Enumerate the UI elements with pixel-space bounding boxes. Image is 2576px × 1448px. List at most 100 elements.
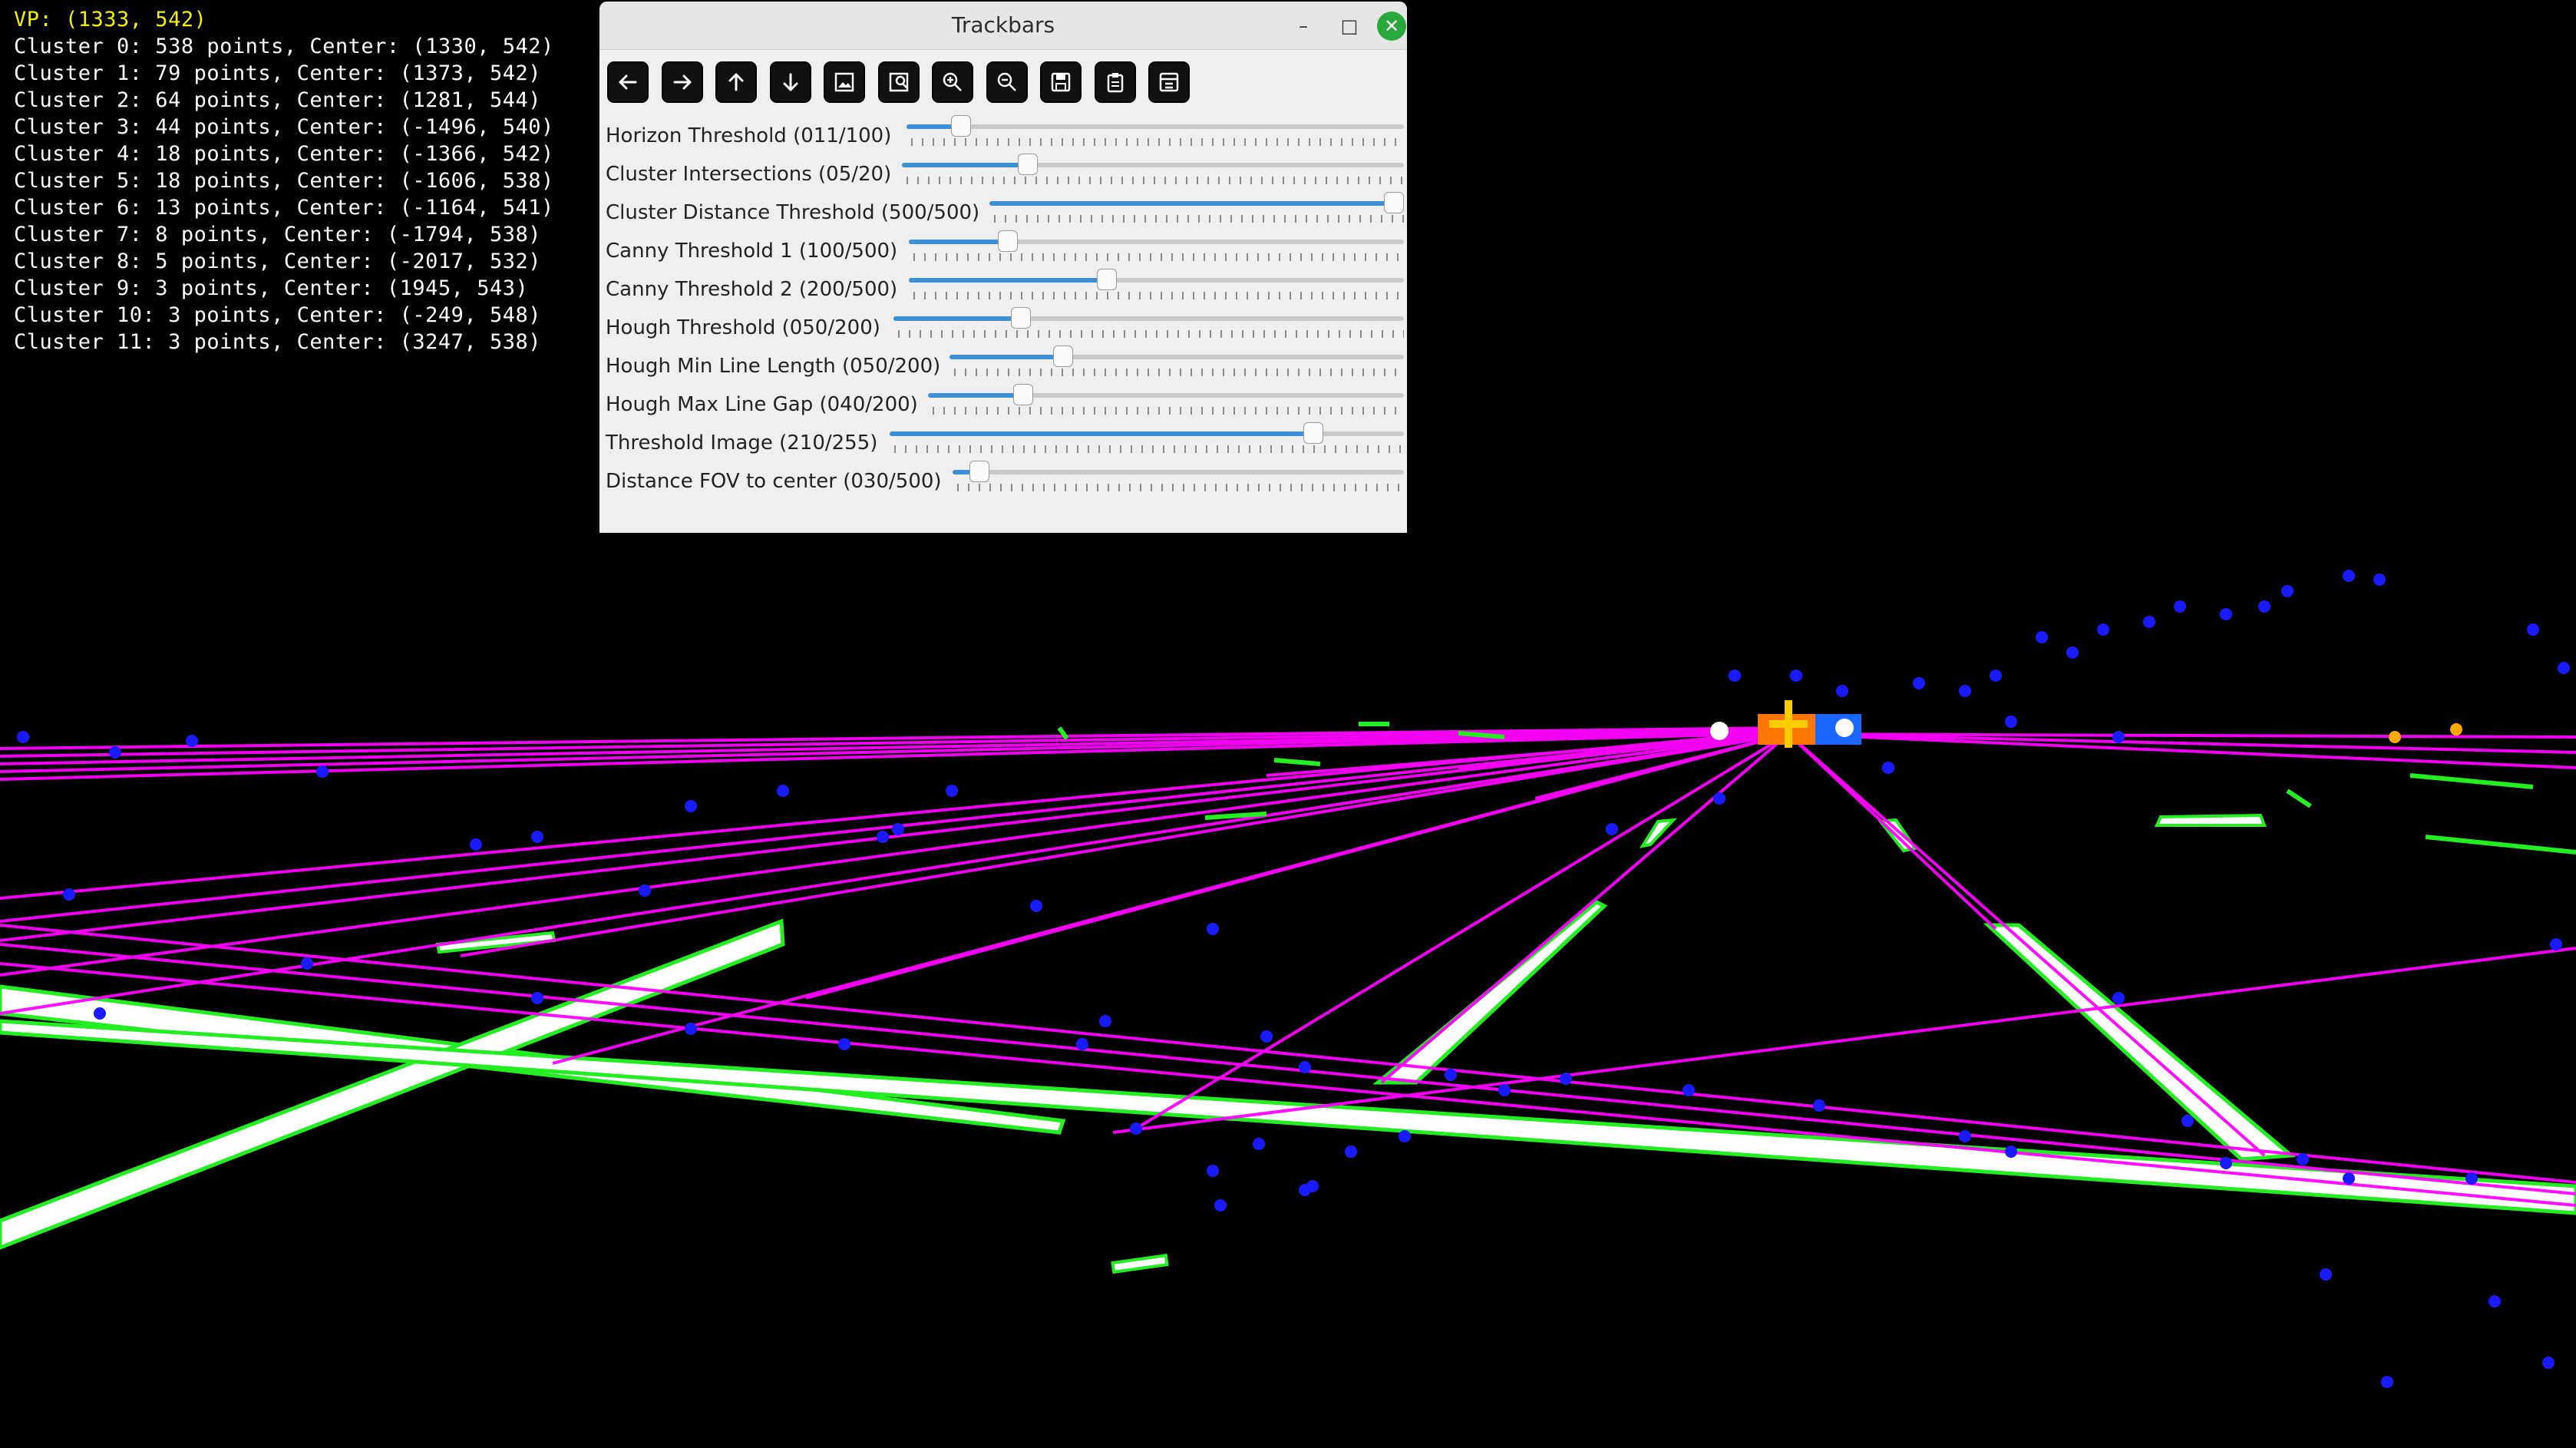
lane-marking xyxy=(1639,818,1678,848)
trackbar-slider[interactable] xyxy=(902,154,1404,175)
minimize-button[interactable]: – xyxy=(1290,13,1316,39)
trackbar-ticks xyxy=(994,215,1404,223)
cluster-list: Cluster 0: 538 points, Center: (1330, 54… xyxy=(14,33,554,355)
trackbar-label: Cluster Intersections (05/20) xyxy=(606,163,892,186)
trackbar-slider[interactable] xyxy=(907,115,1404,137)
trackbar-handle[interactable] xyxy=(1384,192,1404,213)
trackbar-label: Threshold Image (210/255) xyxy=(606,431,878,455)
trackbar-slider[interactable] xyxy=(949,345,1404,367)
image-button[interactable] xyxy=(824,61,865,103)
arrow-up-icon xyxy=(728,73,744,91)
trackbar-fill xyxy=(949,355,1063,359)
arrow-down-button[interactable] xyxy=(769,61,811,103)
trackbar-row: Hough Threshold (050/200) xyxy=(606,307,1404,345)
trackbar-row: Cluster Intersections (05/20) xyxy=(606,154,1404,192)
hough-lines xyxy=(0,726,2576,1207)
trackbar-handle[interactable] xyxy=(1053,345,1073,367)
trackbar-row: Threshold Image (210/255) xyxy=(606,422,1404,461)
arrow-left-button[interactable] xyxy=(607,61,649,103)
arrow-right-button[interactable] xyxy=(661,61,703,103)
trackbar-row: Distance FOV to center (030/500) xyxy=(606,461,1404,499)
trackbar-label: Distance FOV to center (030/500) xyxy=(606,470,942,493)
zoom-in-button[interactable] xyxy=(932,61,973,103)
vanishing-point-readout: VP: (1333, 542) xyxy=(14,8,207,31)
save-icon xyxy=(1051,72,1071,92)
cluster-line: Cluster 9: 3 points, Center: (1945, 543) xyxy=(14,276,529,300)
trackbar-handle[interactable] xyxy=(1303,422,1323,444)
trackbar-ticks xyxy=(913,292,1404,299)
trackbar-label: Hough Max Line Gap (040/200) xyxy=(606,393,918,416)
window-titlebar[interactable]: Trackbars – □ ✕ xyxy=(599,2,1407,50)
trackbar-label: Canny Threshold 1 (100/500) xyxy=(606,240,898,263)
trackbar-handle[interactable] xyxy=(1013,384,1033,405)
trackbar-fill xyxy=(909,278,1107,283)
opencv-output-view: VP: (1333, 542) Cluster 0: 538 points, Ce… xyxy=(0,0,2576,1448)
trackbar-handle[interactable] xyxy=(1017,154,1038,175)
cluster-line: Cluster 7: 8 points, Center: (-1794, 538… xyxy=(14,223,541,246)
trackbar-handle[interactable] xyxy=(951,115,972,137)
arrow-up-button[interactable] xyxy=(715,61,757,103)
save-button[interactable] xyxy=(1040,61,1082,103)
trackbar-slider[interactable] xyxy=(953,461,1404,482)
trackbar-fill xyxy=(890,431,1313,436)
trackbar-slider[interactable] xyxy=(890,422,1404,444)
image-search-button[interactable] xyxy=(877,61,920,103)
lane-marking xyxy=(2154,813,2267,827)
trackbar-row: Horizon Threshold (011/100) xyxy=(606,115,1404,154)
trackbar-label: Horizon Threshold (011/100) xyxy=(606,124,892,147)
trackbar-ticks xyxy=(954,369,1404,376)
trackbar-row: Cluster Distance Threshold (500/500) xyxy=(606,192,1404,230)
image-search-icon xyxy=(889,72,908,92)
close-button[interactable]: ✕ xyxy=(1377,12,1406,41)
trackbar-label: Hough Min Line Length (050/200) xyxy=(606,355,941,378)
trackbar-fill xyxy=(989,201,1404,206)
trackbar-ticks xyxy=(957,484,1404,491)
cluster-line: Cluster 11: 3 points, Center: (3247, 538… xyxy=(14,330,541,354)
trackbar-label: Cluster Distance Threshold (500/500) xyxy=(606,201,980,224)
trackbar-handle[interactable] xyxy=(969,461,990,482)
cluster-line: Cluster 10: 3 points, Center: (-249, 548… xyxy=(14,303,541,327)
trackbar-row: Canny Threshold 2 (200/500) xyxy=(606,269,1404,307)
arrow-left-icon xyxy=(619,74,637,90)
cluster-line: Cluster 4: 18 points, Center: (-1366, 54… xyxy=(14,142,554,166)
zoom-in-icon xyxy=(943,72,962,91)
cluster-info-overlay: VP: (1333, 542) Cluster 0: 538 points, Ce… xyxy=(14,6,554,355)
trackbar-ticks xyxy=(933,407,1404,415)
trackbars-window: Trackbars – □ ✕ Horizon Threshold (011/1… xyxy=(599,2,1407,533)
cluster-line: Cluster 8: 5 points, Center: (-2017, 532… xyxy=(14,250,541,273)
zoom-out-button[interactable] xyxy=(986,61,1028,103)
cluster-line: Cluster 3: 44 points, Center: (-1496, 54… xyxy=(14,115,554,139)
trackbar-handle[interactable] xyxy=(1097,269,1117,290)
trackbar-slider[interactable] xyxy=(928,384,1404,405)
clipboard-button[interactable] xyxy=(1094,61,1136,103)
trackbar-slider[interactable] xyxy=(909,269,1404,290)
trackbar-row: Hough Min Line Length (050/200) xyxy=(606,345,1404,384)
trackbar-handle[interactable] xyxy=(1011,307,1032,329)
trackbar-label: Canny Threshold 2 (200/500) xyxy=(606,278,898,301)
cluster-line: Cluster 1: 79 points, Center: (1373, 542… xyxy=(14,61,541,85)
cluster-line: Cluster 0: 538 points, Center: (1330, 54… xyxy=(14,35,554,58)
trackbar-fill xyxy=(902,163,1028,167)
properties-icon xyxy=(1159,72,1179,92)
trackbar-slider[interactable] xyxy=(909,230,1404,252)
properties-button[interactable] xyxy=(1148,61,1190,103)
trackbar-slider[interactable] xyxy=(989,192,1404,213)
trackbar-slider[interactable] xyxy=(893,307,1404,329)
trackbar-ticks xyxy=(898,330,1404,338)
trackbar-row: Canny Threshold 1 (100/500) xyxy=(606,230,1404,269)
lane-markings xyxy=(0,813,2576,1274)
arrow-down-icon xyxy=(783,73,798,91)
trackbar-fill xyxy=(893,316,1022,321)
cluster-line: Cluster 2: 64 points, Center: (1281, 544… xyxy=(14,88,541,112)
trackbar-fill xyxy=(909,240,1008,244)
clipboard-icon xyxy=(1107,73,1123,93)
trackbar-ticks xyxy=(907,177,1404,184)
image-icon xyxy=(834,72,854,92)
trackbar-fill xyxy=(928,393,1023,398)
trackbar-label: Hough Threshold (050/200) xyxy=(606,316,880,339)
cluster-line: Cluster 5: 18 points, Center: (-1606, 53… xyxy=(14,169,554,193)
maximize-button[interactable]: □ xyxy=(1336,13,1362,39)
lane-marking xyxy=(1111,1253,1169,1274)
lane-marking xyxy=(1983,923,2297,1162)
trackbar-handle[interactable] xyxy=(998,230,1018,252)
